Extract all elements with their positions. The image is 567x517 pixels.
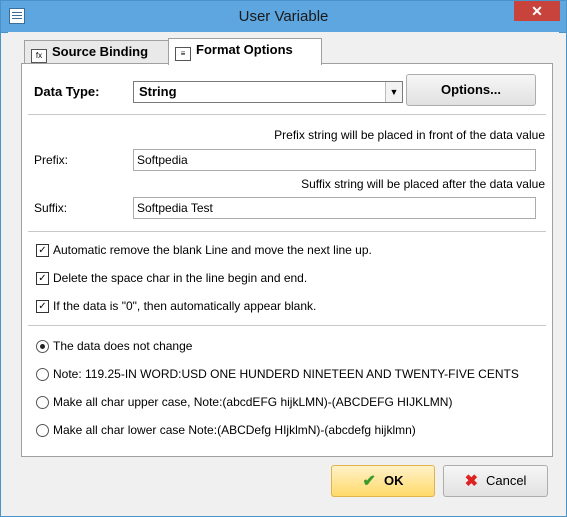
prefix-value: Softpedia: [137, 153, 188, 167]
checkbox-label: Delete the space char in the line begin …: [53, 271, 308, 285]
chevron-down-icon[interactable]: ▼: [385, 82, 402, 102]
ok-label: OK: [383, 473, 404, 488]
cancel-button[interactable]: ✖ Cancel: [443, 465, 548, 497]
checkmark-icon: ✔: [362, 473, 376, 490]
dialog-window: User Variable ✕ fx Source Binding ≡ Format…: [0, 0, 567, 517]
checkbox-zero-blank[interactable]: ✓: [36, 300, 49, 313]
window-title: User Variable: [238, 8, 329, 25]
radio-label: Make all char upper case, Note:(abcdEFG …: [53, 395, 453, 409]
tab-label: Format Options: [196, 42, 293, 57]
close-icon: ✕: [531, 3, 543, 19]
data-type-value: String: [139, 84, 177, 99]
divider: [28, 325, 546, 326]
cancel-label: Cancel: [485, 473, 527, 488]
tab-source-binding[interactable]: fx Source Binding: [24, 40, 172, 63]
checkbox-label: Automatic remove the blank Line and move…: [53, 243, 372, 257]
suffix-value: Softpedia Test: [137, 201, 213, 215]
suffix-hint: Suffix string will be placed after the d…: [301, 177, 545, 191]
divider: [28, 114, 546, 115]
close-button[interactable]: ✕: [514, 1, 560, 21]
radio-label: The data does not change: [53, 339, 193, 353]
options-button[interactable]: Options...: [406, 74, 536, 106]
format-icon: ≡: [175, 47, 191, 61]
data-type-label: Data Type:: [34, 84, 100, 99]
data-type-select[interactable]: String ▼: [133, 81, 403, 103]
fx-icon: fx: [31, 49, 47, 63]
prefix-field[interactable]: Softpedia: [133, 149, 536, 171]
cancel-x-icon: ✖: [464, 473, 478, 490]
divider: [28, 231, 546, 232]
tab-format-options[interactable]: ≡ Format Options: [168, 38, 322, 65]
format-options-panel: Data Type: String ▼ Options... Prefix st…: [21, 63, 553, 457]
checkbox-delete-space[interactable]: ✓: [36, 272, 49, 285]
title-bar[interactable]: User Variable ✕: [1, 1, 566, 33]
suffix-label: Suffix:: [34, 201, 68, 215]
radio-lower-case[interactable]: [36, 424, 49, 437]
checkbox-remove-blank-line[interactable]: ✓: [36, 244, 49, 257]
tab-label: Source Binding: [52, 44, 149, 59]
radio-upper-case[interactable]: [36, 396, 49, 409]
checkbox-label: If the data is "0", then automatically a…: [53, 299, 317, 313]
prefix-label: Prefix:: [34, 153, 69, 167]
radio-label: Make all char lower case Note:(ABCDefg H…: [53, 423, 416, 437]
radio-label: Note: 119.25-IN WORD:USD ONE HUNDERD NIN…: [53, 367, 519, 381]
radio-no-change[interactable]: [36, 340, 49, 353]
prefix-hint: Prefix string will be placed in front of…: [274, 128, 545, 142]
suffix-field[interactable]: Softpedia Test: [133, 197, 536, 219]
dialog-body: fx Source Binding ≡ Format Options Data Ty…: [8, 32, 559, 510]
radio-in-word[interactable]: [36, 368, 49, 381]
ok-button[interactable]: ✔ OK: [331, 465, 435, 497]
